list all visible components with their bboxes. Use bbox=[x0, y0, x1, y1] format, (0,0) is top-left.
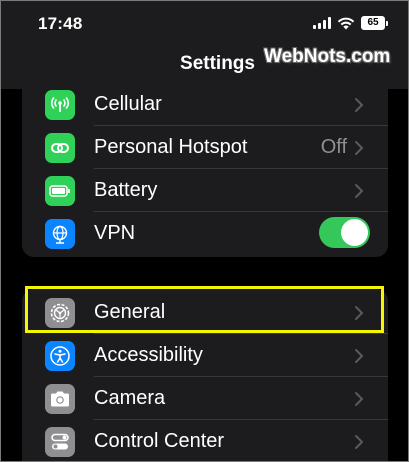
antenna-icon bbox=[45, 90, 75, 120]
settings-row-label: Cellular bbox=[94, 93, 162, 115]
settings-row-label: Battery bbox=[94, 179, 158, 201]
battery-icon: 65 bbox=[361, 16, 388, 30]
switches-icon bbox=[45, 427, 75, 457]
chevron-right-icon bbox=[355, 349, 363, 363]
chevron-right-icon bbox=[355, 184, 363, 198]
chevron-right-icon bbox=[355, 435, 363, 449]
settings-row-vpn: VPN bbox=[22, 212, 388, 255]
wifi-icon bbox=[337, 17, 355, 30]
settings-row-personal-hotspot[interactable]: Personal Hotspot Off bbox=[22, 126, 388, 169]
chevron-right-icon bbox=[355, 392, 363, 406]
camera-icon bbox=[45, 384, 75, 414]
chevron-right-icon bbox=[355, 98, 363, 112]
settings-row-label: Accessibility bbox=[94, 344, 203, 366]
settings-row-accessibility[interactable]: Accessibility bbox=[22, 334, 388, 377]
settings-row-label: General bbox=[94, 301, 166, 323]
hotspot-link-icon bbox=[45, 133, 75, 163]
system-group: General Accessibility Camera Control Cen… bbox=[22, 289, 388, 461]
settings-row-label: VPN bbox=[94, 222, 136, 244]
battery-icon bbox=[45, 176, 75, 206]
settings-row-cellular[interactable]: Cellular bbox=[22, 83, 388, 126]
settings-row-label: Control Center bbox=[94, 430, 225, 452]
settings-row-battery[interactable]: Battery bbox=[22, 169, 388, 212]
settings-row-label: Camera bbox=[94, 387, 166, 409]
chevron-right-icon bbox=[355, 306, 363, 320]
settings-row-general[interactable]: General bbox=[22, 291, 388, 334]
status-icons: 65 bbox=[313, 14, 388, 32]
globe-icon bbox=[45, 219, 75, 249]
watermark: WebNots.com bbox=[264, 46, 391, 67]
settings-row-value: Off bbox=[320, 136, 347, 158]
vpn-toggle[interactable] bbox=[319, 217, 370, 248]
battery-level: 65 bbox=[361, 16, 385, 30]
screen: 17:48 65 Settings WebNots.com Cellular P… bbox=[0, 0, 409, 462]
status-time: 17:48 bbox=[38, 14, 83, 33]
chevron-right-icon bbox=[355, 141, 363, 155]
connectivity-group: Cellular Personal Hotspot Off Battery VP… bbox=[22, 73, 388, 257]
gear-icon bbox=[45, 298, 75, 328]
cellular-signal-icon bbox=[313, 17, 331, 29]
settings-row-label: Personal Hotspot bbox=[94, 136, 248, 158]
settings-row-camera[interactable]: Camera bbox=[22, 377, 388, 420]
accessibility-icon bbox=[45, 341, 75, 371]
settings-row-control-center[interactable]: Control Center bbox=[22, 420, 388, 461]
